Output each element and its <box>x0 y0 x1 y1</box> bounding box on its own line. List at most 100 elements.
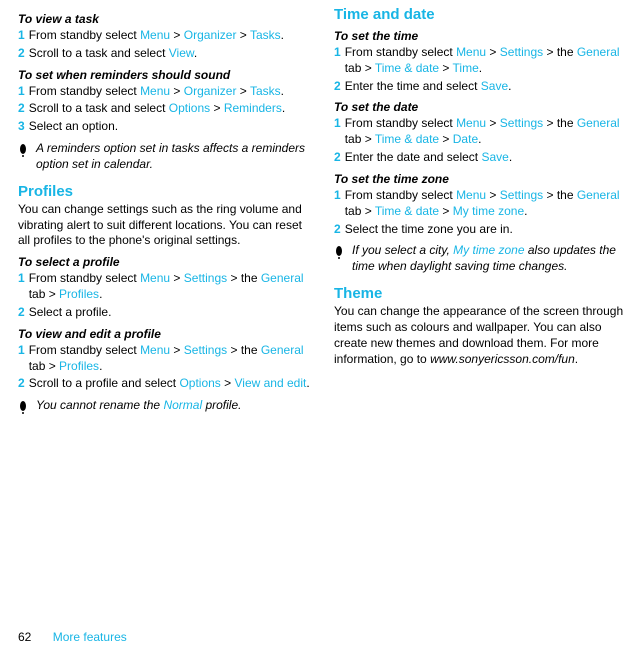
page-content: To view a task 1 From standby select Men… <box>0 0 640 418</box>
subheading-select-profile: To select a profile <box>18 255 316 269</box>
subheading-reminders: To set when reminders should sound <box>18 68 316 82</box>
profiles-link: Profiles <box>59 359 99 373</box>
date-link: Date <box>453 132 478 146</box>
text: . <box>194 46 197 60</box>
general-link: General <box>261 271 304 285</box>
text: > <box>439 132 453 146</box>
text: From standby select <box>29 28 140 42</box>
menu-link: Menu <box>140 271 170 285</box>
text: From standby select <box>345 45 456 59</box>
organizer-link: Organizer <box>184 28 237 42</box>
note-text: A reminders option set in tasks affects … <box>36 141 316 173</box>
text: tab > <box>29 287 59 301</box>
text: tab > <box>345 61 375 75</box>
step-number: 2 <box>18 376 25 392</box>
step: 2 Scroll to a task and select View. <box>18 46 316 62</box>
section-name: More features <box>53 630 127 644</box>
subheading-set-time: To set the time <box>334 29 632 43</box>
text: > the <box>543 45 577 59</box>
right-column: Time and date To set the time 1 From sta… <box>334 6 632 418</box>
step: 2 Scroll to a task and select Options > … <box>18 101 316 117</box>
time-date-link: Time & date <box>375 61 439 75</box>
step-number: 3 <box>18 119 25 135</box>
text: Scroll to a task and select <box>29 101 169 115</box>
general-link: General <box>261 343 304 357</box>
step-text: From standby select Menu > Settings > th… <box>345 116 632 148</box>
subheading-set-timezone: To set the time zone <box>334 172 632 186</box>
step-text: From standby select Menu > Settings > th… <box>29 271 316 303</box>
menu-link: Menu <box>456 45 486 59</box>
step: 2 Scroll to a profile and select Options… <box>18 376 316 392</box>
note: A reminders option set in tasks affects … <box>18 141 316 173</box>
text: profile. <box>202 398 241 412</box>
step-text: From standby select Menu > Organizer > T… <box>29 28 316 44</box>
text: . <box>99 359 102 373</box>
step: 1 From standby select Menu > Settings > … <box>18 271 316 303</box>
step: 1 From standby select Menu > Settings > … <box>334 116 632 148</box>
menu-link: Menu <box>140 343 170 357</box>
step-number: 1 <box>18 84 25 100</box>
general-link: General <box>577 116 620 130</box>
normal-link: Normal <box>163 398 202 412</box>
step: 1 From standby select Menu > Organizer >… <box>18 28 316 44</box>
text: . <box>478 132 481 146</box>
text: . <box>281 84 284 98</box>
text: . <box>282 101 285 115</box>
settings-link: Settings <box>184 343 227 357</box>
view-edit-link: View and edit <box>234 376 306 390</box>
step-text: Select a profile. <box>29 305 316 321</box>
subheading-set-date: To set the date <box>334 100 632 114</box>
save-link: Save <box>481 150 508 164</box>
settings-link: Settings <box>500 116 543 130</box>
text: . <box>479 61 482 75</box>
step-text: Enter the date and select Save. <box>345 150 632 166</box>
heading-time-date: Time and date <box>334 6 632 23</box>
url-text: www.sonyericsson.com/fun <box>430 352 575 366</box>
text: > <box>486 116 500 130</box>
general-link: General <box>577 45 620 59</box>
page-number: 62 <box>18 630 31 644</box>
text: > <box>170 84 184 98</box>
text: tab > <box>345 204 375 218</box>
menu-link: Menu <box>140 84 170 98</box>
text: tab > <box>29 359 59 373</box>
text: > <box>170 343 184 357</box>
step-number: 2 <box>18 305 25 321</box>
step-number: 2 <box>334 222 341 238</box>
paragraph: You can change the appearance of the scr… <box>334 304 632 367</box>
paragraph: You can change settings such as the ring… <box>18 202 316 249</box>
step-number: 2 <box>334 79 341 95</box>
text: If you select a city, <box>352 243 453 257</box>
info-icon <box>334 243 344 275</box>
timezone-link: My time zone <box>453 204 524 218</box>
text: > <box>236 28 249 42</box>
text: Scroll to a task and select <box>29 46 169 60</box>
step-number: 2 <box>334 150 341 166</box>
time-date-link: Time & date <box>375 204 439 218</box>
text: From standby select <box>29 343 140 357</box>
step: 1 From standby select Menu > Settings > … <box>334 188 632 220</box>
reminders-link: Reminders <box>224 101 282 115</box>
step-text: From standby select Menu > Settings > th… <box>345 45 632 77</box>
view-link: View <box>169 46 194 60</box>
subheading-view-task: To view a task <box>18 12 316 26</box>
step: 2 Enter the time and select Save. <box>334 79 632 95</box>
text: Enter the date and select <box>345 150 482 164</box>
step-number: 1 <box>18 28 25 44</box>
timezone-link: My time zone <box>453 243 524 257</box>
step-text: Select an option. <box>29 119 316 135</box>
text: > <box>486 188 500 202</box>
step-number: 1 <box>334 45 341 77</box>
heading-theme: Theme <box>334 285 632 302</box>
text: . <box>509 150 512 164</box>
profiles-link: Profiles <box>59 287 99 301</box>
text: > <box>170 271 184 285</box>
text: . <box>524 204 527 218</box>
step-number: 1 <box>334 188 341 220</box>
options-link: Options <box>169 101 210 115</box>
step-text: Scroll to a task and select View. <box>29 46 316 62</box>
text: From standby select <box>29 271 140 285</box>
step-text: Scroll to a task and select Options > Re… <box>29 101 316 117</box>
note: You cannot rename the Normal profile. <box>18 398 316 414</box>
step-number: 1 <box>18 271 25 303</box>
